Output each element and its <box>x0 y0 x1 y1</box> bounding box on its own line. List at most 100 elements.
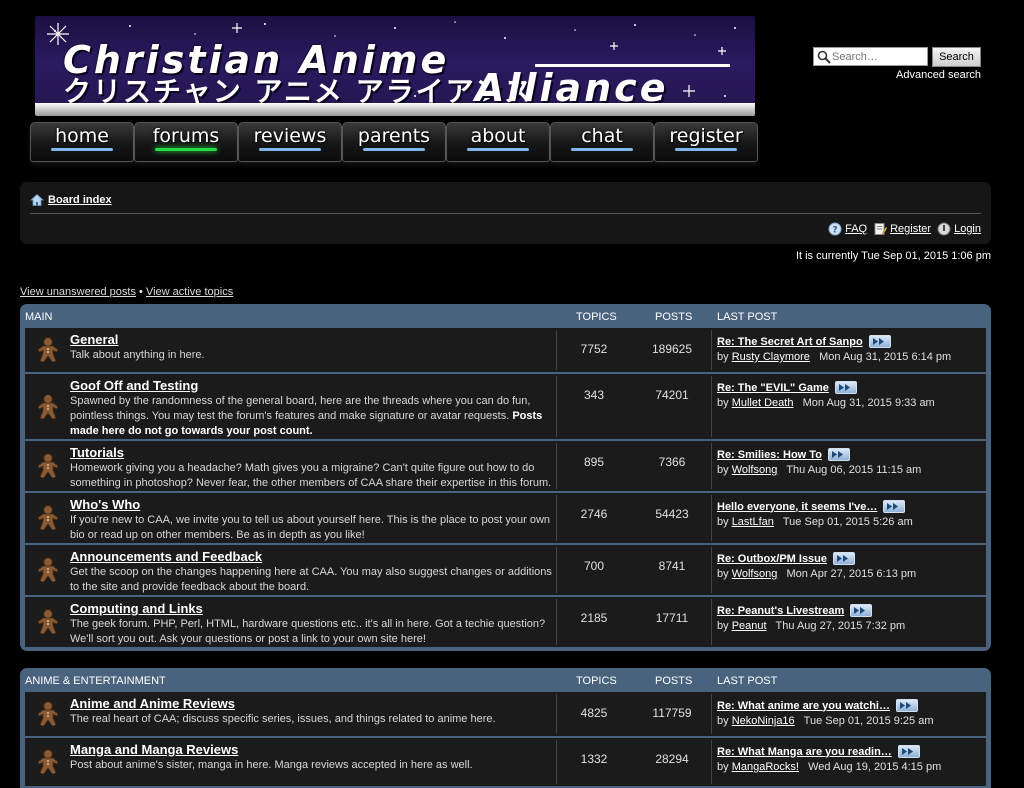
last-post-link[interactable]: Re: The "EVIL" Game <box>717 382 829 394</box>
nav-register[interactable]: register <box>654 122 758 162</box>
forum-title-link[interactable]: Announcements and Feedback <box>70 549 262 564</box>
last-post-author[interactable]: NekoNinja16 <box>732 715 795 727</box>
forum-title-link[interactable]: Computing and Links <box>70 601 203 616</box>
topics-header: TOPICS <box>576 675 617 687</box>
forum-title-link[interactable]: Anime and Anime Reviews <box>70 696 235 711</box>
register-link[interactable]: Register <box>890 223 931 235</box>
view-latest-post-icon[interactable] <box>897 745 920 758</box>
search-input[interactable] <box>832 49 924 64</box>
forum-description: If you're new to CAA, we invite you to t… <box>70 513 555 543</box>
by-label: by <box>717 761 729 773</box>
by-label: by <box>717 351 729 363</box>
last-post-date: Thu Aug 06, 2015 11:15 am <box>786 464 922 476</box>
unanswered-posts-link[interactable]: View unanswered posts <box>20 286 136 298</box>
topics-header: TOPICS <box>576 311 617 323</box>
last-post-author[interactable]: Peanut <box>732 620 767 632</box>
last-post-author[interactable]: Mullet Death <box>732 397 794 409</box>
view-latest-post-icon[interactable] <box>850 604 873 617</box>
advanced-search-link[interactable]: Advanced search <box>896 69 981 81</box>
home-icon <box>30 193 44 206</box>
view-latest-post-icon[interactable] <box>883 500 906 513</box>
site-banner[interactable]: Christian Anime クリスチャン アニメ アライアンス Allian… <box>35 16 755 116</box>
view-latest-post-icon[interactable] <box>827 448 850 461</box>
forum-description-text: Spawned by the randomness of the general… <box>70 395 531 422</box>
last-post-meta: by Wolfsong Mon Apr 27, 2015 6:13 pm <box>717 568 916 580</box>
by-label: by <box>717 464 729 476</box>
last-post-link[interactable]: Re: What Manga are you readin… <box>717 746 892 758</box>
last-post-meta: by Peanut Thu Aug 27, 2015 7:32 pm <box>717 620 905 632</box>
last-post-link[interactable]: Re: The Secret Art of Sanpo <box>717 336 863 348</box>
last-post-date: Mon Aug 31, 2015 6:14 pm <box>819 351 952 363</box>
last-post-date: Wed Aug 19, 2015 4:15 pm <box>808 761 942 773</box>
last-post-title: Re: Outbox/PM Issue <box>717 552 856 565</box>
nav-chat[interactable]: chat <box>550 122 654 162</box>
view-latest-post-icon[interactable] <box>868 335 891 348</box>
forum-title-link[interactable]: Tutorials <box>70 445 124 460</box>
forum-description-text: The geek forum. PHP, Perl, HTML, hardwar… <box>70 618 546 645</box>
forum-row: Computing and Links The geek forum. PHP,… <box>25 595 986 647</box>
forum-title-link[interactable]: Goof Off and Testing <box>70 378 198 393</box>
last-post-link[interactable]: Re: Smilies: How To <box>717 449 822 461</box>
navbar-divider <box>30 213 981 214</box>
last-post-date: Tue Sep 01, 2015 9:25 am <box>803 715 934 727</box>
nav-reviews[interactable]: reviews <box>238 122 342 162</box>
forum-description: Homework giving you a headache? Math giv… <box>70 461 555 491</box>
forum-description: The geek forum. PHP, Perl, HTML, hardwar… <box>70 617 555 647</box>
nav-home[interactable]: home <box>30 122 134 162</box>
last-post-author[interactable]: MangaRocks! <box>732 761 799 773</box>
forum-read-icon <box>36 394 60 420</box>
forum-read-icon <box>36 557 60 583</box>
login-link[interactable]: Login <box>954 223 981 235</box>
last-post-author[interactable]: Wolfsong <box>732 568 778 580</box>
forum-row: Goof Off and Testing Spawned by the rand… <box>25 372 986 439</box>
last-post-link[interactable]: Re: Outbox/PM Issue <box>717 553 827 565</box>
last-post-author[interactable]: LastLfan <box>732 516 774 528</box>
forum-read-icon <box>36 701 60 727</box>
post-count: 8741 <box>658 559 686 573</box>
main-nav: home forums reviews parents about chat r… <box>30 122 760 167</box>
posts-header: POSTS <box>655 311 693 323</box>
view-latest-post-icon[interactable] <box>895 699 918 712</box>
post-count: 189625 <box>651 342 693 356</box>
navbar-panel: Board index ? FAQ Register Login <box>20 182 991 244</box>
forum-title-link[interactable]: Manga and Manga Reviews <box>70 742 238 757</box>
nav-label: about <box>470 125 526 147</box>
view-latest-post-icon[interactable] <box>834 381 857 394</box>
nav-label: reviews <box>253 125 327 147</box>
last-post-meta: by MangaRocks! Wed Aug 19, 2015 4:15 pm <box>717 761 941 773</box>
banner-bottom-bar <box>35 103 755 116</box>
last-post-link[interactable]: Re: Peanut's Livestream <box>717 605 844 617</box>
by-label: by <box>717 620 729 632</box>
last-post-author[interactable]: Rusty Claymore <box>732 351 810 363</box>
current-datetime: It is currently Tue Sep 01, 2015 1:06 pm <box>795 250 991 262</box>
forum-title-link[interactable]: Who's Who <box>70 497 140 512</box>
last-post-meta: by Mullet Death Mon Aug 31, 2015 9:33 am <box>717 397 935 409</box>
column-divider <box>711 547 712 593</box>
forum-description: Talk about anything in here. <box>70 348 555 363</box>
nav-forums[interactable]: forums <box>134 122 238 162</box>
last-post-meta: by Rusty Claymore Mon Aug 31, 2015 6:14 … <box>717 351 951 363</box>
nav-parents[interactable]: parents <box>342 122 446 162</box>
last-post-author[interactable]: Wolfsong <box>732 464 778 476</box>
nav-indicator <box>259 148 321 151</box>
post-count: 74201 <box>655 388 689 402</box>
forum-description-text: Post about anime's sister, manga in here… <box>70 759 473 771</box>
forum-read-icon <box>36 609 60 635</box>
view-latest-post-icon[interactable] <box>833 552 856 565</box>
column-divider <box>711 599 712 645</box>
board-index-link[interactable]: Board index <box>48 194 112 206</box>
nav-about[interactable]: about <box>446 122 550 162</box>
search-button[interactable]: Search <box>932 47 981 67</box>
forum-description: Post about anime's sister, manga in here… <box>70 758 555 773</box>
post-count: 17711 <box>655 611 689 625</box>
topic-count: 343 <box>583 388 605 402</box>
last-post-link[interactable]: Re: What anime are you watchi… <box>717 700 890 712</box>
column-divider <box>711 495 712 541</box>
last-post-link[interactable]: Hello everyone, it seems I've… <box>717 501 877 513</box>
forum-title-link[interactable]: General <box>70 332 118 347</box>
active-topics-link[interactable]: View active topics <box>146 286 233 298</box>
nav-indicator <box>467 148 529 151</box>
faq-link[interactable]: FAQ <box>845 223 867 235</box>
topic-count: 2746 <box>580 507 608 521</box>
forum-description-text: Get the scoop on the changes happening h… <box>70 566 552 593</box>
